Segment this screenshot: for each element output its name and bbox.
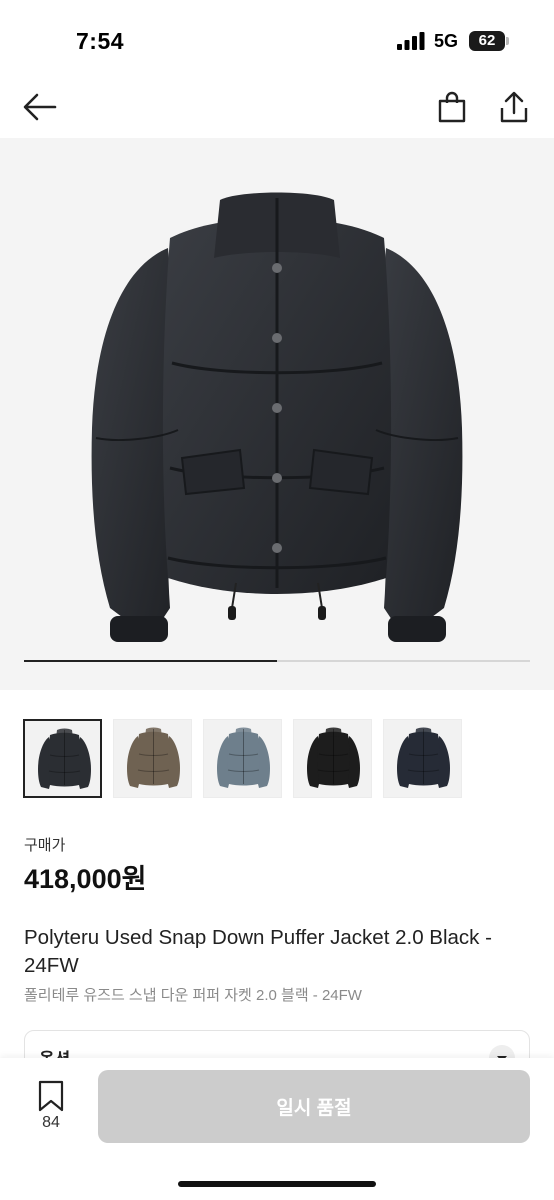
share-button[interactable]: [492, 85, 536, 129]
jacket-thumbnail-image: [217, 727, 270, 788]
thumbnail-5[interactable]: [383, 719, 462, 798]
carousel-progress-fill: [24, 660, 277, 662]
wishlist-button[interactable]: 84: [28, 1080, 74, 1136]
status-bar: 7:54 5G 62: [0, 0, 554, 70]
battery-cap: [506, 37, 509, 45]
thumbnail-strip: [23, 719, 533, 799]
home-indicator: [178, 1181, 376, 1187]
thumbnail-2[interactable]: [113, 719, 192, 798]
sold-out-button[interactable]: 일시 품절: [98, 1070, 530, 1143]
price-label: 구매가: [24, 837, 66, 854]
carousel-progress-track: [24, 660, 530, 662]
bookmark-icon: [38, 1080, 64, 1112]
signal-icon: [397, 32, 425, 50]
product-title-ko: 폴리테루 유즈드 스냅 다운 퍼퍼 자켓 2.0 블랙 - 24FW: [24, 987, 362, 1004]
back-button[interactable]: [18, 85, 62, 129]
network-label: 5G: [434, 31, 459, 51]
thumbnail-1[interactable]: [23, 719, 102, 798]
shopping-bag-button[interactable]: [430, 85, 474, 129]
jacket-thumbnail-image: [127, 727, 180, 788]
price-value: 418,000원: [24, 864, 147, 894]
jacket-thumbnail-image: [307, 727, 360, 788]
shopping-bag-icon: [438, 91, 466, 123]
wishlist-count: 84: [42, 1114, 60, 1131]
jacket-thumbnail-image: [38, 728, 91, 789]
puffer-jacket-image: [91, 192, 463, 642]
jacket-thumbnail-image: [397, 727, 450, 788]
battery-icon: 62: [469, 31, 505, 51]
product-title-en: Polyteru Used Snap Down Puffer Jacket 2.…: [24, 926, 492, 977]
product-image-carousel[interactable]: [0, 138, 554, 690]
bottom-action-bar: 84 일시 품절: [0, 1058, 554, 1200]
thumbnail-4[interactable]: [293, 719, 372, 798]
share-icon: [500, 91, 528, 123]
arrow-left-icon: [23, 93, 57, 121]
status-time: 7:54: [76, 28, 125, 54]
nav-bar: [0, 80, 554, 136]
thumbnail-3[interactable]: [203, 719, 282, 798]
